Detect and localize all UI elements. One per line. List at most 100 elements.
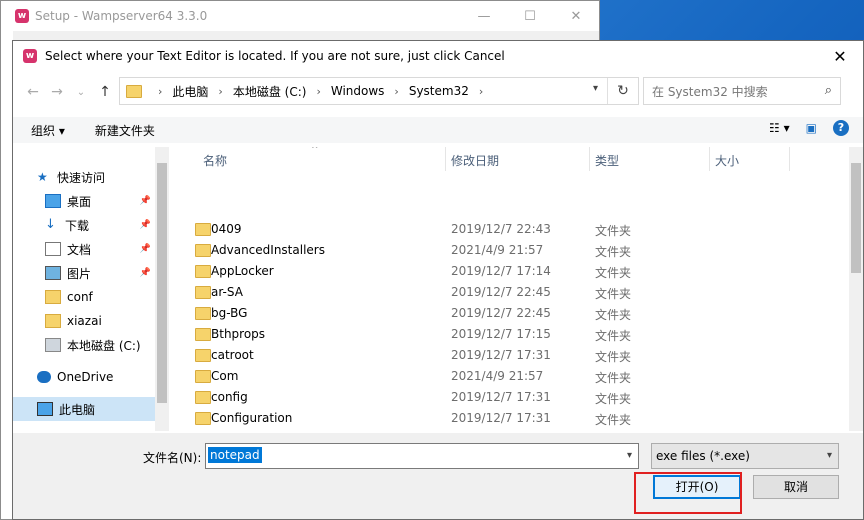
file-date: 2019/12/7 17:31	[451, 390, 551, 404]
column-date[interactable]: 修改日期	[451, 152, 499, 169]
file-row[interactable]: config 2019/12/7 17:31 文件夹	[171, 387, 847, 408]
folder-icon	[195, 244, 211, 257]
nav-item[interactable]: 桌面 📌	[13, 189, 155, 213]
wampserver-icon: w	[15, 9, 29, 23]
file-type: 文件夹	[595, 413, 632, 427]
search-icon: ⌕	[824, 83, 832, 98]
folder-icon	[195, 412, 211, 425]
up-button[interactable]: ↑	[93, 84, 117, 100]
scrollbar-thumb[interactable]	[157, 163, 167, 403]
breadcrumb-local-disk[interactable]: 本地磁盘 (C:)	[233, 83, 307, 100]
file-row[interactable]: Configuration 2019/12/7 17:31 文件夹	[171, 408, 847, 429]
column-divider[interactable]	[789, 147, 790, 171]
folder-icon	[195, 391, 211, 404]
star-icon: ★	[37, 170, 48, 184]
computer-icon	[37, 402, 53, 416]
new-folder-button[interactable]: 新建文件夹	[95, 122, 155, 139]
setup-close-button[interactable]: ✕	[553, 9, 599, 24]
file-date: 2019/12/7 17:15	[451, 327, 551, 341]
folder-icon	[195, 307, 211, 320]
nav-item-label: 此电脑	[59, 402, 96, 417]
file-name: Configuration	[211, 411, 293, 425]
help-icon[interactable]: ?	[833, 120, 849, 136]
search-input[interactable]: 在 System32 中搜索 ⌕	[643, 77, 841, 105]
back-button[interactable]: ←	[21, 84, 45, 100]
dialog-titlebar: w Select where your Text Editor is locat…	[13, 41, 863, 71]
column-name[interactable]: 名称	[203, 152, 227, 169]
file-type: 文件夹	[595, 287, 632, 301]
maximize-button[interactable]: ☐	[507, 9, 553, 24]
organize-button[interactable]: 组织 ▾	[31, 122, 65, 139]
view-options-icon[interactable]: ☷ ▾	[769, 121, 790, 135]
nav-item[interactable]: 图片 📌	[13, 261, 155, 285]
nav-item[interactable]: ↓ 下载 📌	[13, 213, 155, 237]
file-row[interactable]: Bthprops 2019/12/7 17:15 文件夹	[171, 324, 847, 345]
breadcrumb-windows[interactable]: Windows	[331, 84, 385, 98]
filename-input[interactable]: notepad ▾	[205, 443, 639, 469]
file-type: 文件夹	[595, 350, 632, 364]
column-divider[interactable]	[709, 147, 710, 171]
forward-button[interactable]: →	[45, 84, 69, 100]
file-row[interactable]: cs-CZ2019/12/7 22:45文件夹	[171, 429, 847, 431]
nav-item[interactable]: ★ 快速访问	[13, 165, 155, 189]
wampserver-icon: w	[23, 49, 37, 63]
file-name: AppLocker	[211, 264, 274, 278]
nav-item[interactable]: xiazai	[13, 309, 155, 333]
file-list-scrollbar[interactable]	[849, 147, 863, 431]
chevron-right-icon: ›	[394, 84, 399, 98]
recent-locations-button[interactable]: ⌄	[69, 87, 93, 98]
column-type[interactable]: 类型	[595, 152, 619, 169]
cancel-button[interactable]: 取消	[753, 475, 839, 499]
minimize-button[interactable]: —	[461, 9, 507, 24]
nav-item[interactable]: OneDrive	[13, 365, 155, 389]
filename-label: 文件名(N):	[143, 451, 202, 465]
file-row[interactable]: 0409 2019/12/7 22:43 文件夹	[171, 219, 847, 240]
scrollbar-thumb[interactable]	[851, 163, 861, 273]
address-bar[interactable]: › 此电脑 › 本地磁盘 (C:) › Windows › System32 ›…	[119, 77, 639, 105]
file-name: 0409	[211, 222, 242, 236]
nav-item[interactable]: 本地磁盘 (C:)	[13, 333, 155, 357]
refresh-button[interactable]: ↻	[607, 78, 638, 104]
file-type: 文件夹	[595, 371, 632, 385]
breadcrumb-system32[interactable]: System32	[409, 84, 469, 98]
file-open-dialog: w Select where your Text Editor is locat…	[12, 40, 864, 520]
folder-icon	[195, 328, 211, 341]
address-dropdown-icon[interactable]: ▾	[593, 83, 598, 94]
file-row[interactable]: AppLocker 2019/12/7 17:14 文件夹	[171, 261, 847, 282]
column-divider[interactable]	[589, 147, 590, 171]
command-bar: 组织 ▾ 新建文件夹 ☷ ▾ ▣ ?	[13, 117, 863, 143]
file-date: 2021/4/9 21:57	[451, 369, 544, 383]
column-size[interactable]: 大小	[715, 152, 739, 169]
file-name: bg-BG	[211, 306, 248, 320]
cloud-icon	[37, 371, 51, 383]
file-row[interactable]: AdvancedInstallers 2021/4/9 21:57 文件夹	[171, 240, 847, 261]
file-name: catroot	[211, 348, 254, 362]
file-list: 名称 ^ 修改日期 类型 大小 0409 2019/12/7 22:43 文件夹 Ad…	[171, 147, 847, 431]
nav-item[interactable]: 此电脑	[13, 397, 155, 421]
desktop-icon	[45, 194, 61, 208]
file-row[interactable]: ar-SA 2019/12/7 22:45 文件夹	[171, 282, 847, 303]
nav-item[interactable]: conf	[13, 285, 155, 309]
file-row[interactable]: bg-BG 2019/12/7 22:45 文件夹	[171, 303, 847, 324]
pin-icon: 📌	[139, 196, 151, 206]
file-type: 文件夹	[595, 308, 632, 322]
file-row[interactable]: catroot 2019/12/7 17:31 文件夹	[171, 345, 847, 366]
file-type: 文件夹	[595, 245, 632, 259]
file-name: Bthprops	[211, 327, 266, 341]
column-divider[interactable]	[445, 147, 446, 171]
chevron-down-icon: ▾	[826, 450, 832, 461]
navigation-bar: ← → ⌄ ↑ › 此电脑 › 本地磁盘 (C:) › Windows › Sy…	[13, 75, 863, 109]
chevron-down-icon[interactable]: ▾	[627, 450, 632, 461]
chevron-right-icon: ›	[158, 84, 163, 98]
dialog-close-button[interactable]: ✕	[817, 47, 863, 66]
filetype-select[interactable]: exe files (*.exe) ▾	[651, 443, 839, 469]
nav-item[interactable]: 文档 📌	[13, 237, 155, 261]
file-date: 2019/12/7 22:43	[451, 222, 551, 236]
file-row[interactable]: Com 2021/4/9 21:57 文件夹	[171, 366, 847, 387]
nav-item-label: 快速访问	[57, 170, 106, 185]
navigation-scrollbar[interactable]	[155, 147, 169, 431]
preview-pane-icon[interactable]: ▣	[806, 121, 817, 135]
file-type: 文件夹	[595, 392, 632, 406]
filename-value[interactable]: notepad	[208, 447, 262, 463]
breadcrumb-this-pc[interactable]: 此电脑	[172, 83, 208, 100]
